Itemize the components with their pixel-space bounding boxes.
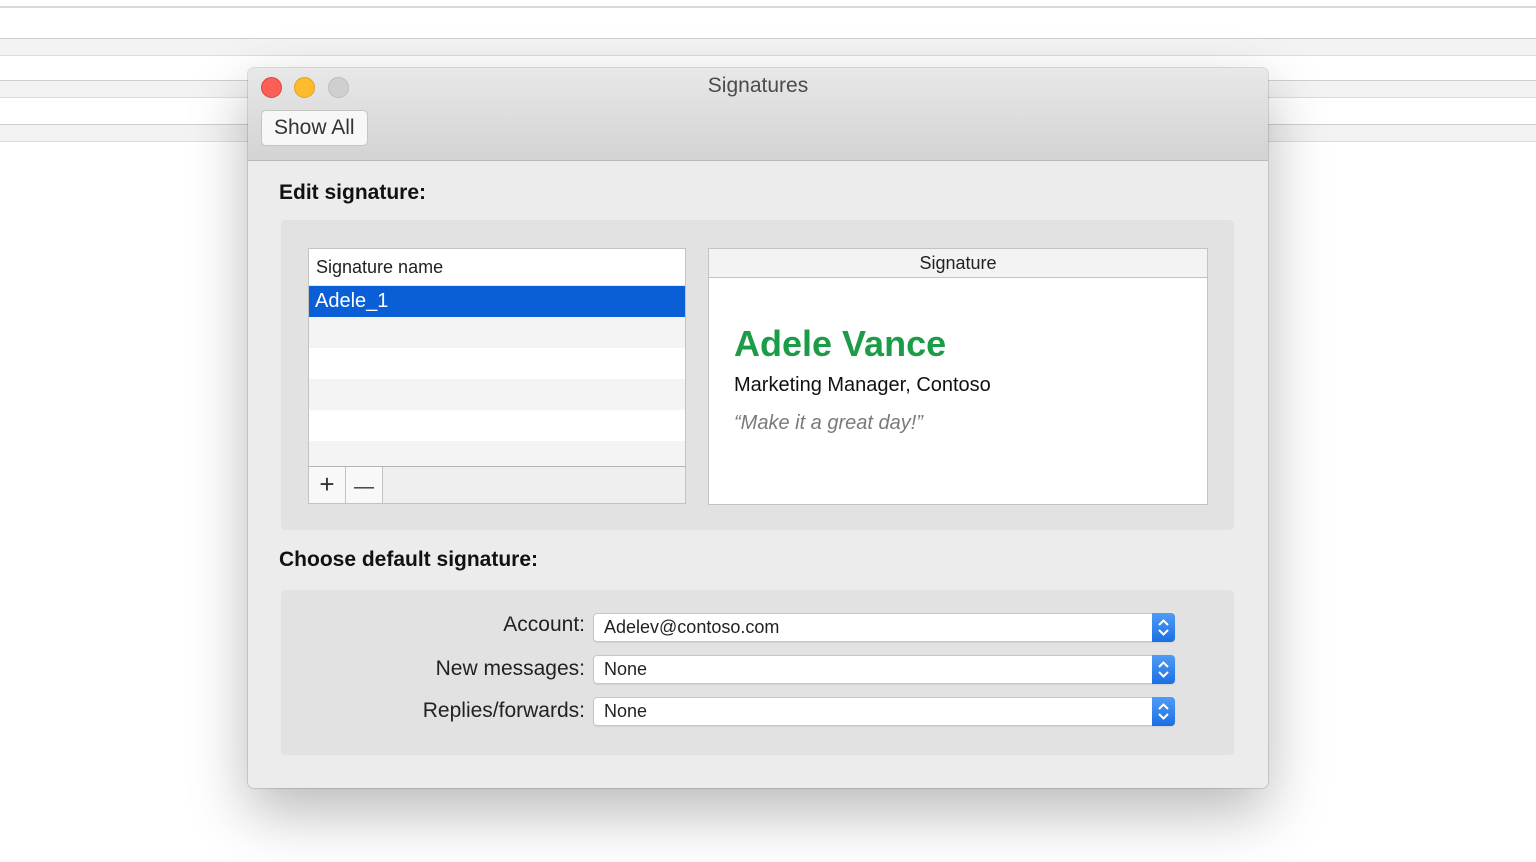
new-messages-value: None: [604, 659, 648, 679]
account-select[interactable]: Adelev@contoso.com: [593, 613, 1175, 642]
remove-signature-button[interactable]: —: [346, 467, 383, 503]
signature-list-header[interactable]: Signature name: [309, 249, 685, 286]
list-item-empty: [309, 348, 685, 379]
signatures-window: Signatures Show All Edit signature: Sign…: [248, 68, 1268, 788]
signature-name-text: Adele Vance: [734, 323, 947, 364]
show-all-button[interactable]: Show All: [261, 110, 368, 146]
list-item[interactable]: Adele_1: [309, 286, 685, 317]
signature-list: Signature name Adele_1: [308, 248, 686, 468]
choose-default-title: Choose default signature:: [279, 548, 539, 571]
add-signature-button[interactable]: +: [309, 467, 346, 503]
replies-forwards-label: Replies/forwards:: [422, 699, 585, 722]
title-bar: Signatures Show All: [248, 68, 1268, 161]
signature-quote-text: “Make it a great day!”: [734, 412, 923, 434]
list-item-empty: [309, 379, 685, 410]
replies-forwards-value: None: [604, 701, 648, 721]
background-divider: [0, 6, 1536, 8]
list-item-empty: [309, 317, 685, 348]
window-title: Signatures: [707, 74, 809, 97]
account-value: Adelev@contoso.com: [604, 617, 780, 637]
signature-editor[interactable]: Signature Adele Vance Marketing Manager,…: [708, 248, 1208, 505]
background-band: [0, 38, 1536, 56]
signature-list-footer: + —: [308, 466, 686, 504]
new-messages-label: New messages:: [435, 657, 585, 680]
account-label: Account:: [503, 613, 585, 636]
plus-icon: +: [319, 469, 335, 499]
list-item-empty: [309, 441, 685, 467]
list-item-empty: [309, 410, 685, 441]
new-messages-select[interactable]: None: [593, 655, 1175, 684]
updown-chevron-icon[interactable]: [1152, 697, 1175, 726]
updown-chevron-icon[interactable]: [1152, 613, 1175, 642]
signature-role-text: Marketing Manager, Contoso: [734, 374, 991, 396]
replies-forwards-select[interactable]: None: [593, 697, 1175, 726]
edit-signature-title: Edit signature:: [279, 181, 427, 204]
signature-editor-header: Signature: [709, 249, 1207, 278]
updown-chevron-icon[interactable]: [1152, 655, 1175, 684]
minus-icon: —: [354, 476, 374, 498]
